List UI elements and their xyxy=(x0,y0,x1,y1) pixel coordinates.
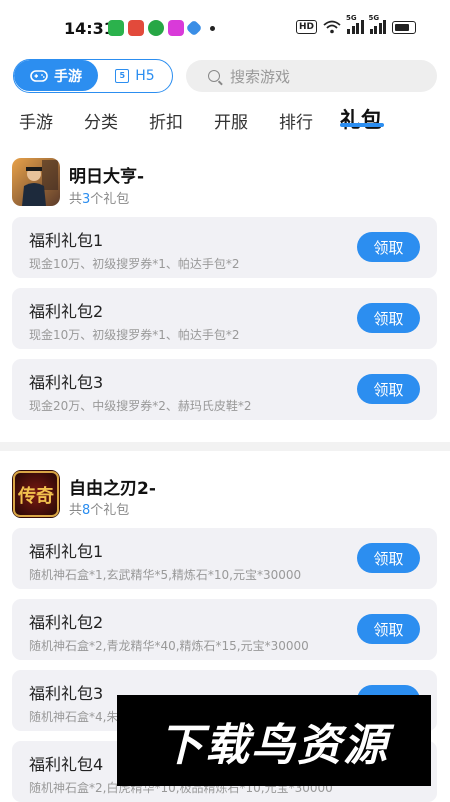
tab-rankings[interactable]: 排行 xyxy=(279,108,313,133)
signal-icon-2: 5G xyxy=(369,14,386,34)
wechat-icon xyxy=(148,20,164,36)
wifi-icon xyxy=(323,20,341,34)
chat-app-icon xyxy=(108,20,124,36)
claim-button[interactable]: 领取 xyxy=(357,232,420,262)
active-tab-indicator xyxy=(340,123,384,127)
blue-app-icon xyxy=(185,19,203,37)
gift-title: 福利礼包4 xyxy=(29,755,104,774)
claim-button[interactable]: 领取 xyxy=(357,303,420,333)
gamepad-icon xyxy=(30,69,48,82)
game-name[interactable]: 自由之刃2- xyxy=(69,474,156,499)
section-divider xyxy=(0,442,450,451)
gift-description: 随机神石盒*4,朱 xyxy=(29,710,119,724)
platform-toggle: 手游 5 H5 xyxy=(13,59,173,93)
gift-card: 福利礼包3 现金20万、中级搜罗券*2、赫玛氏皮鞋*2 领取 xyxy=(12,359,437,420)
html5-icon: 5 xyxy=(115,68,130,83)
claim-button[interactable]: 领取 xyxy=(357,374,420,404)
tab-new-servers[interactable]: 开服 xyxy=(214,108,248,133)
tab-discounts[interactable]: 折扣 xyxy=(149,108,183,133)
watermark-logo: 下载鸟资源 xyxy=(117,695,431,786)
gift-title: 福利礼包1 xyxy=(29,231,104,250)
search-input[interactable]: 搜索游戏 xyxy=(186,60,437,92)
gift-count: 共8个礼包 xyxy=(69,503,130,518)
svg-text:传奇: 传奇 xyxy=(17,485,54,507)
gift-card: 福利礼包1 随机神石盒*1,玄武精华*5,精炼石*10,元宝*30000 领取 xyxy=(12,528,437,589)
news-app-icon xyxy=(128,20,144,36)
game-icon[interactable] xyxy=(12,158,60,206)
mobile-game-tab[interactable]: 手游 xyxy=(14,60,98,91)
claim-button[interactable]: 领取 xyxy=(357,614,420,644)
gift-description: 随机神石盒*1,玄武精华*5,精炼石*10,元宝*30000 xyxy=(29,568,302,582)
h5-label: H5 xyxy=(135,67,155,84)
gift-title: 福利礼包3 xyxy=(29,684,104,703)
gift-title: 福利礼包2 xyxy=(29,302,104,321)
signal-icon-1: 5G xyxy=(346,14,364,34)
gift-title: 福利礼包3 xyxy=(29,373,104,392)
tab-mobile-games[interactable]: 手游 xyxy=(19,108,53,133)
hd-icon: HD xyxy=(295,20,317,34)
mobile-game-label: 手游 xyxy=(54,68,82,85)
game-icon[interactable]: 传奇 xyxy=(12,470,60,518)
tab-categories[interactable]: 分类 xyxy=(84,108,118,133)
shop-app-icon xyxy=(168,20,184,36)
game-name[interactable]: 明日大亨- xyxy=(69,162,144,187)
category-tabs: 手游 分类 折扣 开服 排行 礼包 xyxy=(0,104,450,138)
notification-icons xyxy=(108,19,215,37)
gift-card: 福利礼包1 现金10万、初级搜罗券*1、帕达手包*2 领取 xyxy=(12,217,437,278)
tab-gift-packs[interactable]: 礼包 xyxy=(340,104,382,134)
search-placeholder: 搜索游戏 xyxy=(230,67,291,86)
gift-description: 现金10万、初级搜罗券*1、帕达手包*2 xyxy=(29,328,240,342)
gift-title: 福利礼包2 xyxy=(29,613,104,632)
battery-icon xyxy=(392,20,416,34)
status-bar: 14:31 HD 5G 5G xyxy=(0,0,450,56)
system-icons: HD 5G 5G xyxy=(295,14,416,34)
more-notifications-dot xyxy=(210,25,215,31)
gift-card: 福利礼包2 现金10万、初级搜罗券*1、帕达手包*2 领取 xyxy=(12,288,437,349)
gift-description: 现金20万、中级搜罗券*2、赫玛氏皮鞋*2 xyxy=(29,399,252,413)
h5-tab[interactable]: 5 H5 xyxy=(100,60,170,91)
claim-button[interactable]: 领取 xyxy=(357,543,420,573)
gift-description: 现金10万、初级搜罗券*1、帕达手包*2 xyxy=(29,257,240,271)
gift-count: 共3个礼包 xyxy=(69,192,130,207)
gift-title: 福利礼包1 xyxy=(29,542,104,561)
gift-description: 随机神石盒*2,青龙精华*40,精炼石*15,元宝*30000 xyxy=(29,639,309,653)
search-icon xyxy=(208,70,220,82)
gift-card: 福利礼包2 随机神石盒*2,青龙精华*40,精炼石*15,元宝*30000 领取 xyxy=(12,599,437,660)
